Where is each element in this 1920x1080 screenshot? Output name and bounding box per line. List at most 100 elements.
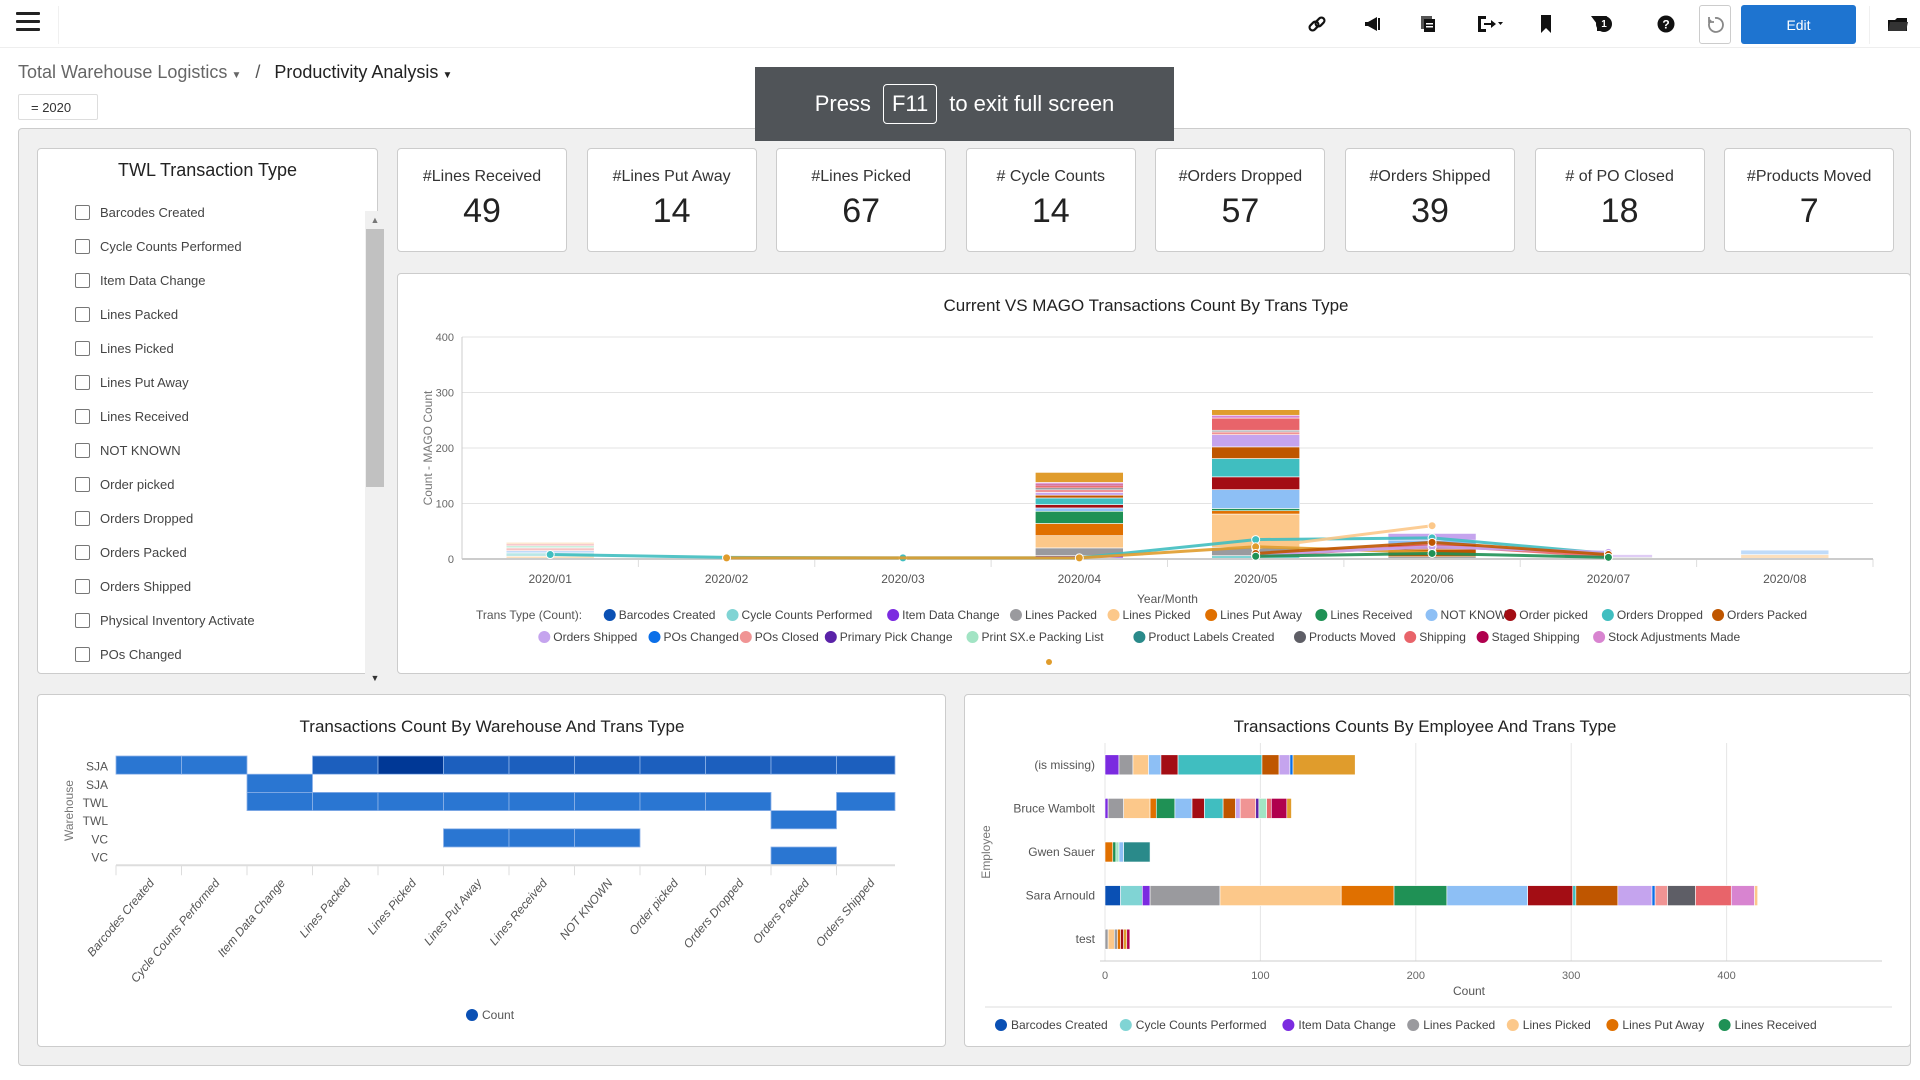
- legend-label-cycle-counts-performed: Cycle Counts Performed: [742, 608, 873, 622]
- checkbox[interactable]: [75, 204, 90, 220]
- checkbox[interactable]: [75, 340, 90, 356]
- copy-document-icon[interactable]: [1414, 10, 1442, 38]
- checkbox-item-not-known[interactable]: NOT KNOWN: [75, 433, 345, 467]
- checkbox-item-orders-shipped[interactable]: Orders Shipped: [75, 569, 345, 603]
- legend-label-product-labels-created: Product Labels Created: [1148, 630, 1274, 644]
- year-filter-chip[interactable]: = 2020: [18, 94, 98, 120]
- heatmap-cell: [246, 792, 313, 812]
- kpi-value: 7: [1799, 192, 1819, 230]
- bar-segment-pos-closed: [1035, 489, 1124, 493]
- scroll-thumb[interactable]: [366, 229, 384, 487]
- checkbox-item-cycle-counts-performed[interactable]: Cycle Counts Performed: [75, 229, 345, 263]
- checkbox[interactable]: [75, 510, 90, 526]
- legend-marker-orders-packed: [1712, 609, 1725, 621]
- x-tick-label: 2020/02: [705, 572, 749, 586]
- scroll-down-arrow-icon[interactable]: ▼: [365, 669, 385, 687]
- reset-button[interactable]: [1699, 5, 1731, 44]
- legend-marker-lines-packed: [1009, 609, 1022, 621]
- checkbox-item-lines-packed[interactable]: Lines Packed: [75, 297, 345, 331]
- x-tick-label: 200: [1407, 970, 1425, 982]
- kpi-card-products-moved: #Products Moved 7: [1724, 148, 1895, 252]
- bar-segment-orders-packed: [1222, 798, 1236, 819]
- kpi-label: #Lines Picked: [811, 168, 911, 185]
- line-point-lines-received: [1251, 551, 1261, 561]
- filter-icon[interactable]: 1: [1580, 10, 1620, 38]
- checkbox[interactable]: [75, 272, 90, 288]
- checkbox-item-lines-picked[interactable]: Lines Picked: [75, 331, 345, 365]
- kpi-label: #Lines Put Away: [612, 168, 731, 185]
- legend-marker-lines-picked: [1107, 609, 1120, 621]
- legend-label-lines-packed: Lines Packed: [1423, 1018, 1495, 1032]
- y-tick-label: (is missing): [1034, 758, 1095, 772]
- edit-button[interactable]: Edit: [1741, 5, 1856, 44]
- divider: [58, 6, 59, 44]
- help-icon[interactable]: ?: [1652, 10, 1680, 38]
- x-tick-label: Item Data Change: [215, 876, 289, 960]
- checkbox-item-pos-changed[interactable]: POs Changed: [75, 637, 345, 665]
- x-tick-label: Lines Packed: [297, 876, 354, 940]
- checkbox-item-barcodes-created[interactable]: Barcodes Created: [75, 195, 345, 229]
- heatmap-cell: [705, 755, 772, 775]
- checkbox[interactable]: [75, 408, 90, 424]
- checkbox[interactable]: [75, 442, 90, 458]
- checkbox-item-physical-inventory-activate[interactable]: Physical Inventory Activate: [75, 603, 345, 637]
- legend-marker-pos-closed: [739, 631, 752, 643]
- checkbox-label: POs Changed: [100, 646, 182, 662]
- checkbox-item-lines-received[interactable]: Lines Received: [75, 399, 345, 433]
- heatmap-cell: [574, 828, 641, 848]
- scrollbar[interactable]: ▲ ▼: [365, 211, 385, 687]
- bar-segment-not-known: [1118, 841, 1124, 863]
- checkbox[interactable]: [75, 238, 90, 254]
- breadcrumb-current[interactable]: Productivity Analysis ▼: [274, 62, 452, 83]
- scroll-up-arrow-icon[interactable]: ▲: [365, 211, 385, 229]
- kpi-label: # Cycle Counts: [996, 168, 1106, 185]
- kpi-value: 67: [842, 192, 881, 230]
- checkbox-item-item-data-change[interactable]: Item Data Change: [75, 263, 345, 297]
- bar-segment-order-picked: [1160, 754, 1179, 776]
- bar-segment-print-sx-e-packing-list: [1115, 841, 1120, 863]
- breadcrumb-root[interactable]: Total Warehouse Logistics ▼: [18, 62, 241, 83]
- legend-marker-order-picked: [1504, 609, 1517, 621]
- checkbox-item-order-picked[interactable]: Order picked: [75, 467, 345, 501]
- bar-segment-order-picked: [1035, 504, 1124, 509]
- export-icon[interactable]: [1470, 10, 1510, 38]
- bar-segment-lines-received: [1393, 885, 1448, 906]
- checkbox-item-orders-packed[interactable]: Orders Packed: [75, 535, 345, 569]
- warehouse-heatmap: Transactions Count By Warehouse And Tran…: [62, 717, 896, 1022]
- f11-key: F11: [882, 84, 938, 124]
- checkbox-item-lines-put-away[interactable]: Lines Put Away: [75, 365, 345, 399]
- x-tick-label: 2020/01: [528, 572, 572, 586]
- legend-marker-product-labels-created: [1133, 631, 1146, 643]
- bookmark-icon[interactable]: [1532, 10, 1560, 38]
- checkbox[interactable]: [75, 544, 90, 560]
- bar-segment-lines-put-away: [1149, 798, 1157, 819]
- bar-segment-staged-shipping: [1126, 928, 1131, 950]
- bar-segment-orders-dropped: [1211, 458, 1300, 478]
- y-tick-label: VC: [91, 832, 108, 846]
- checkbox[interactable]: [75, 374, 90, 390]
- y-axis-title: Count - MAGO Count: [421, 390, 435, 505]
- checkbox[interactable]: [75, 646, 90, 662]
- bar-segment-orders-shipped: [1617, 885, 1653, 906]
- checkbox[interactable]: [75, 612, 90, 628]
- x-tick-label: 2020/05: [1234, 572, 1278, 586]
- trans-type-checklist: Barcodes Created Cycle Counts Performed It…: [75, 195, 345, 665]
- chevron-down-icon: ▼: [442, 70, 453, 81]
- line-point-orders-packed: [1427, 537, 1437, 547]
- heatmap-cell: [770, 755, 837, 775]
- y-tick-label: SJA: [86, 778, 108, 792]
- checkbox-item-orders-dropped[interactable]: Orders Dropped: [75, 501, 345, 535]
- x-tick-label: Order picked: [626, 876, 681, 938]
- menu-icon[interactable]: [16, 12, 40, 32]
- link-icon[interactable]: [1303, 10, 1331, 38]
- bar-segment-item-data-change: [1104, 754, 1120, 776]
- x-tick-label: Orders Dropped: [681, 876, 747, 951]
- y-axis-title: Employee: [979, 825, 993, 879]
- checkbox[interactable]: [75, 578, 90, 594]
- bar-segment-other: [1286, 798, 1292, 819]
- checkbox[interactable]: [75, 476, 90, 492]
- megaphone-icon[interactable]: [1358, 10, 1386, 38]
- heatmap-cell: [246, 773, 313, 793]
- folder-icon[interactable]: [1884, 10, 1912, 38]
- checkbox[interactable]: [75, 306, 90, 322]
